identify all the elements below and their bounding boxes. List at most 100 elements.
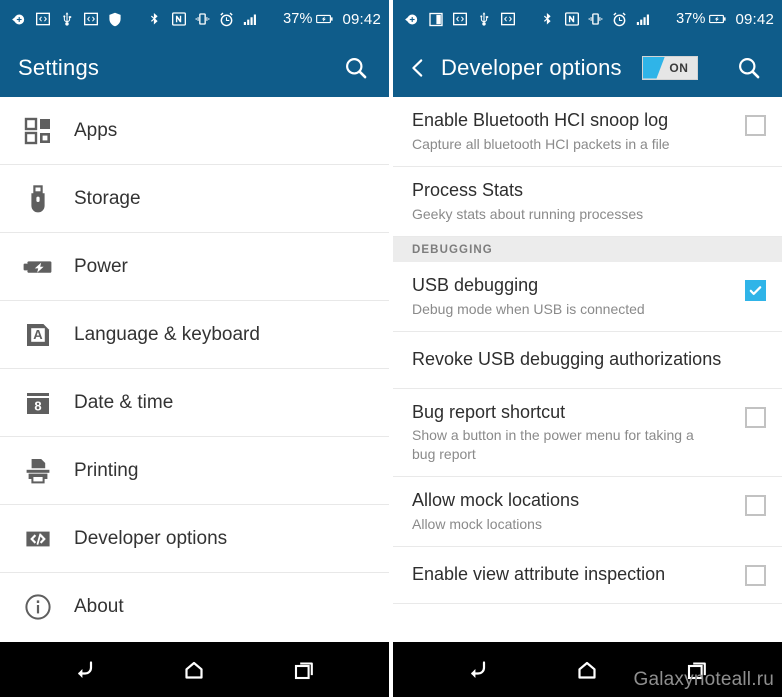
printer-icon: [22, 455, 54, 487]
battery-charging-icon: [709, 11, 727, 28]
bluetooth-icon: [539, 11, 556, 28]
page-title: Settings: [18, 54, 100, 80]
code-box-icon: [499, 11, 516, 28]
row-text-block: Allow mock locations Allow mock location…: [412, 490, 745, 533]
row-text-block: Enable Bluetooth HCI snoop log Capture a…: [412, 110, 745, 153]
list-item-subtitle: Debug mode when USB is connected: [412, 300, 645, 317]
toggle-knob-fill: [642, 56, 665, 79]
sidebar-item-power[interactable]: Power: [0, 233, 389, 301]
checkbox-unchecked-icon[interactable]: [745, 115, 766, 136]
chevron-left-icon[interactable]: [403, 53, 433, 83]
list-item-subtitle: Allow mock locations: [412, 515, 542, 532]
home-icon[interactable]: [171, 647, 217, 693]
info-circle-icon: [22, 591, 54, 623]
left-app-bar: Settings: [0, 38, 389, 97]
list-item-title: Revoke USB debugging authorizations: [412, 349, 722, 370]
sidebar-item-label: About: [74, 596, 124, 617]
usb-icon: [58, 11, 75, 28]
list-item[interactable]: Process Stats Geeky stats about running …: [393, 167, 782, 238]
svg-text:8: 8: [34, 398, 41, 413]
sidebar-item-developer-options[interactable]: Developer options: [0, 505, 389, 573]
back-arrow-icon[interactable]: [455, 647, 501, 693]
bluetooth-icon: [146, 11, 163, 28]
calendar-8-icon: 8: [22, 387, 54, 419]
code-box-icon: [34, 11, 51, 28]
battery-percent-label: 37%: [283, 10, 313, 27]
battery-percent-label: 37%: [676, 10, 706, 27]
right-phone-screen: 37% 09:42 Developer options ON Enable Bl…: [393, 0, 782, 697]
usb-drive-icon: [22, 183, 54, 215]
sidebar-item-label: Date & time: [74, 391, 174, 413]
sidebar-item-label: Developer options: [74, 527, 228, 549]
settings-menu-list: Apps Storage Power A Language & keyboard…: [0, 97, 389, 642]
list-item-title: Enable view attribute inspection: [412, 564, 666, 585]
list-item[interactable]: Bug report shortcut Show a button in the…: [393, 389, 782, 478]
shield-icon: [106, 11, 123, 28]
status-clock: 09:42: [735, 10, 774, 28]
recent-apps-icon[interactable]: [281, 647, 327, 693]
recent-apps-icon[interactable]: [674, 647, 720, 693]
home-icon[interactable]: [564, 647, 610, 693]
left-phone-screen: 37% 09:42 Settings Apps Storage Power A …: [0, 0, 389, 697]
vibrate-icon: [587, 11, 604, 28]
list-item-title: Process Stats: [412, 180, 524, 201]
left-status-icons: [10, 11, 259, 28]
left-status-right: 37% 09:42: [283, 11, 381, 28]
left-status-bar: 37% 09:42: [0, 0, 389, 38]
row-text-block: Process Stats Geeky stats about running …: [412, 180, 766, 223]
apps-grid-icon: [22, 115, 54, 147]
sidebar-item-label: Power: [74, 255, 128, 277]
checkbox-unchecked-icon[interactable]: [745, 406, 766, 428]
list-item[interactable]: Revoke USB debugging authorizations: [393, 332, 782, 389]
left-navigation-bar: [0, 642, 389, 697]
row-text-block: USB debugging Debug mode when USB is con…: [412, 275, 745, 318]
dual-screenshot-composite: 37% 09:42 Settings Apps Storage Power A …: [0, 0, 782, 697]
developer-options-toggle[interactable]: ON: [641, 55, 698, 80]
alarm-icon: [611, 11, 628, 28]
sidebar-item-apps[interactable]: Apps: [0, 97, 389, 165]
checkbox-unchecked-icon[interactable]: [745, 495, 766, 517]
list-item-title: Bug report shortcut: [412, 401, 566, 422]
signal-bars-icon: [242, 11, 259, 28]
list-item[interactable]: USB debugging Debug mode when USB is con…: [393, 262, 782, 333]
arrow-left-badge-icon: [403, 11, 420, 28]
sidebar-item-label: Language & keyboard: [74, 323, 260, 345]
alarm-icon: [218, 11, 235, 28]
sidebar-item-label: Apps: [74, 119, 118, 141]
search-icon[interactable]: [732, 51, 766, 85]
usb-icon: [475, 11, 492, 28]
list-item-title: USB debugging: [412, 275, 539, 296]
signal-bars-icon: [635, 11, 652, 28]
back-arrow-icon[interactable]: [62, 647, 108, 693]
list-item-subtitle: Show a button in the power menu for taki…: [412, 427, 694, 462]
status-clock: 09:42: [342, 10, 381, 28]
checkbox-checked-icon[interactable]: [745, 280, 766, 302]
search-icon[interactable]: [339, 51, 373, 85]
list-item[interactable]: Enable view attribute inspection: [393, 547, 782, 604]
vibrate-icon: [194, 11, 211, 28]
svg-text:A: A: [33, 327, 43, 342]
row-text-block: Revoke USB debugging authorizations: [412, 349, 766, 371]
sidebar-item-storage[interactable]: Storage: [0, 165, 389, 233]
code-box-icon: [451, 11, 468, 28]
sidebar-item-printing[interactable]: Printing: [0, 437, 389, 505]
sidebar-item-language-keyboard[interactable]: A Language & keyboard: [0, 301, 389, 369]
battery-charging-icon: [316, 11, 334, 28]
sidebar-item-date-time[interactable]: 8 Date & time: [0, 369, 389, 437]
row-text-block: Enable view attribute inspection: [412, 564, 745, 586]
list-item-title: Enable Bluetooth HCI snoop log: [412, 110, 669, 130]
nfc-icon: [563, 11, 580, 28]
code-brackets-icon: [22, 523, 54, 555]
sidebar-item-label: Printing: [74, 459, 139, 481]
list-item-subtitle: Capture all bluetooth HCI packets in a f…: [412, 135, 670, 152]
list-item[interactable]: Allow mock locations Allow mock location…: [393, 477, 782, 548]
code-box-icon: [82, 11, 99, 28]
right-navigation-bar: Galaxynoteall.ru: [393, 642, 782, 697]
two-windows-icon: [427, 11, 444, 28]
list-item[interactable]: Enable Bluetooth HCI snoop log Capture a…: [393, 97, 782, 168]
list-item-title: Allow mock locations: [412, 490, 580, 511]
sidebar-item-about[interactable]: About: [0, 573, 389, 641]
right-app-bar: Developer options ON: [393, 38, 782, 97]
nfc-icon: [170, 11, 187, 28]
checkbox-unchecked-icon[interactable]: [745, 564, 766, 586]
